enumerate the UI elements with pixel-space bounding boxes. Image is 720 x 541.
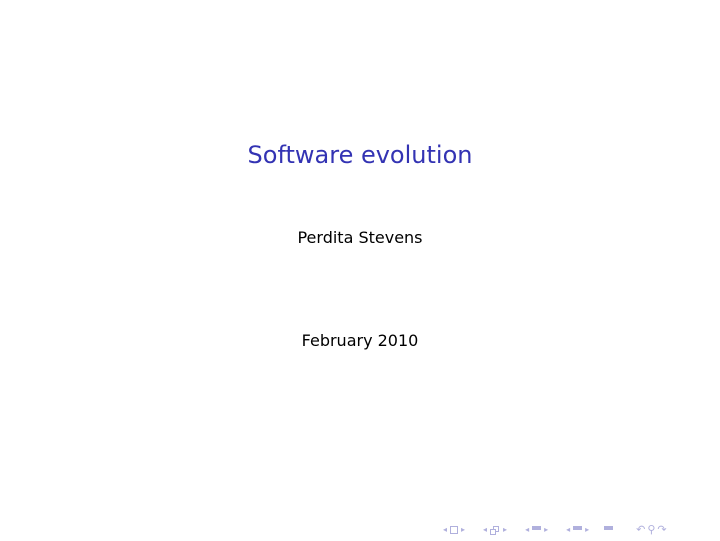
nav-slide-next-icon[interactable]: ▸ xyxy=(461,523,465,537)
slide-date: February 2010 xyxy=(301,331,419,350)
nav-subsection-prev-icon[interactable]: ◂ xyxy=(525,523,529,537)
slide-title: Software evolution xyxy=(247,141,473,169)
nav-subsection-next-icon[interactable]: ▸ xyxy=(544,523,548,537)
nav-frame-prev-icon[interactable]: ◂ xyxy=(483,523,487,537)
slide-author: Perdita Stevens xyxy=(297,228,423,247)
nav-frame-next-icon[interactable]: ▸ xyxy=(503,523,507,537)
nav-section-group: ◂ ▸ xyxy=(563,523,592,537)
nav-document-group xyxy=(604,525,614,535)
search-icon[interactable]: ⚲ xyxy=(647,523,655,537)
slide-icon[interactable] xyxy=(450,526,459,534)
forward-icon[interactable]: ↷ xyxy=(657,523,666,537)
nav-frame-group: ◂ ▸ xyxy=(480,523,510,537)
subsection-icon[interactable] xyxy=(532,525,542,535)
document-icon[interactable] xyxy=(604,525,614,535)
nav-slide-prev-icon[interactable]: ◂ xyxy=(443,523,447,537)
nav-section-prev-icon[interactable]: ◂ xyxy=(566,523,570,537)
nav-slide-group: ◂ ▸ xyxy=(440,523,468,537)
section-icon[interactable] xyxy=(573,525,583,535)
nav-subsection-group: ◂ ▸ xyxy=(522,523,551,537)
beamer-navigation-bar: ◂ ▸ ◂ ▸ ◂ ▸ ◂ ▸ ↶ ⚲ ↷ xyxy=(440,523,680,537)
back-icon[interactable]: ↶ xyxy=(636,523,645,537)
nav-section-next-icon[interactable]: ▸ xyxy=(585,523,589,537)
frame-icon[interactable] xyxy=(490,525,500,535)
nav-search-group: ↶ ⚲ ↷ xyxy=(635,523,668,537)
